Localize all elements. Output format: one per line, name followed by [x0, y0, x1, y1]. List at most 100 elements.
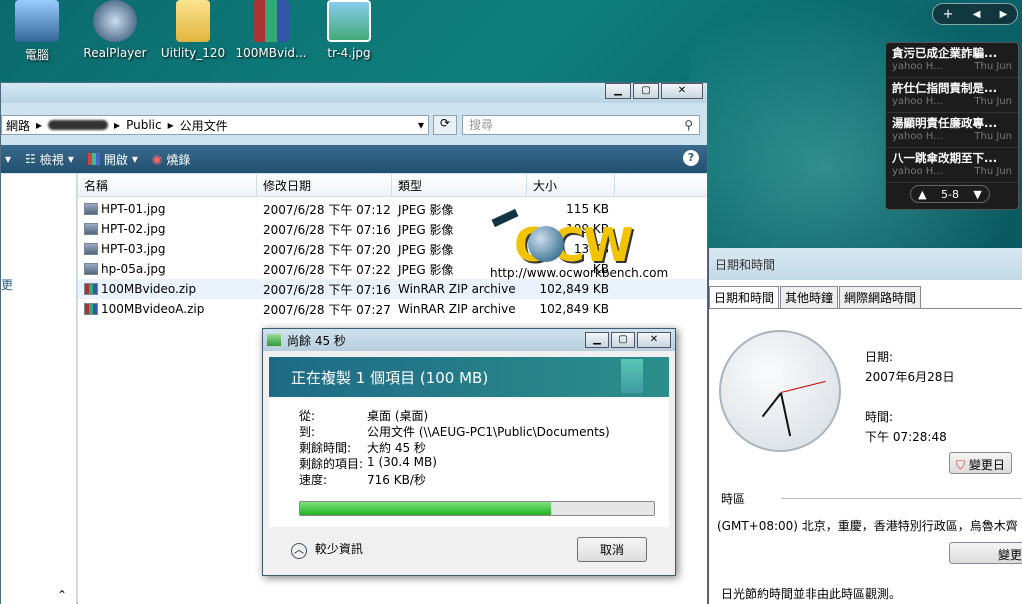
- time-value: 下午 07:28:48: [865, 430, 947, 444]
- close-button[interactable]: ✕: [661, 83, 703, 99]
- hour-hand: [761, 392, 782, 418]
- image-file-icon: [84, 243, 98, 255]
- file-type: WinRAR ZIP archive: [398, 302, 516, 316]
- file-name: hp-05a.jpg: [78, 262, 257, 276]
- column-size[interactable]: 大小: [527, 174, 615, 196]
- file-name: HPT-01.jpg: [78, 202, 257, 216]
- items-remaining: 1 (30.4 MB): [367, 455, 437, 469]
- desktop-icon-100mbvideo[interactable]: 100MBvid...: [226, 0, 316, 60]
- refresh-button[interactable]: ⟳: [433, 115, 457, 135]
- tab-date-time[interactable]: 日期和時間: [709, 286, 780, 308]
- change-date-time-button[interactable]: ⛉ 變更日: [949, 452, 1012, 474]
- shield-icon: ⛉: [956, 458, 966, 472]
- winrar-icon: [84, 303, 98, 315]
- file-row[interactable]: 100MBvideoA.zip 2007/6/28 下午 07:27 WinRAR …: [78, 299, 707, 319]
- copy-details: 從: 桌面 (桌面) 到: 公用文件 (\\AEUG-PC1\Public\Docu…: [269, 397, 669, 527]
- dialog-titlebar[interactable]: 尚餘 45 秒 ▁ ▢ ✕: [263, 329, 675, 351]
- file-name: 100MBvideo.zip: [78, 282, 257, 296]
- navigation-pane: 更 ⌃: [1, 174, 77, 604]
- dialog-footer: ︿ 較少資訊 取消: [263, 523, 675, 575]
- copy-icon: [267, 334, 281, 346]
- column-headers: 名稱 修改日期 類型 大小: [78, 174, 707, 197]
- search-icon: ⚲: [684, 118, 693, 132]
- prev-page-icon[interactable]: ▲: [918, 188, 926, 201]
- progress-fill: [300, 502, 552, 515]
- cancel-button[interactable]: 取消: [576, 536, 647, 562]
- column-date[interactable]: 修改日期: [257, 174, 392, 196]
- news-item[interactable]: 許仕仁指問責制是... yahoo H... Thu Jun: [886, 78, 1018, 113]
- copy-speed: 716 KB/秒: [367, 473, 426, 487]
- news-item[interactable]: 八一跳傘改期至下... yahoo H... Thu Jun: [886, 148, 1018, 183]
- dst-note: 日光節約時間並非由此時區觀測。: [721, 587, 902, 601]
- less-info-button[interactable]: ︿ 較少資訊: [291, 540, 363, 559]
- second-hand: [780, 380, 826, 393]
- organize-dropdown-icon[interactable]: ▾: [5, 152, 11, 166]
- winrar-icon: [253, 0, 289, 42]
- file-name: 100MBvideoA.zip: [78, 302, 257, 316]
- image-file-icon: [84, 263, 98, 275]
- winrar-icon: [87, 153, 100, 165]
- breadcrumb-network[interactable]: 網路: [6, 117, 30, 134]
- breadcrumb-public-documents[interactable]: 公用文件: [180, 117, 228, 134]
- file-name: HPT-02.jpg: [78, 222, 257, 236]
- time-remaining: 大約 45 秒: [367, 441, 426, 455]
- breadcrumb-public[interactable]: Public: [126, 118, 162, 132]
- winrar-icon: [84, 283, 98, 295]
- image-file-icon: [84, 223, 98, 235]
- date-time-tabs: 日期和時間 其他時鐘 網際網路時間: [709, 286, 1022, 309]
- view-button[interactable]: ☷ 檢視 ▾: [25, 151, 74, 168]
- add-gadget-icon[interactable]: +: [943, 7, 954, 22]
- column-type[interactable]: 類型: [392, 174, 527, 196]
- column-name[interactable]: 名稱: [78, 174, 257, 196]
- maximize-button[interactable]: ▢: [611, 332, 635, 348]
- minimize-button[interactable]: ▁: [605, 83, 631, 99]
- file-date: 2007/6/28 下午 07:20: [263, 242, 391, 257]
- change-timezone-button[interactable]: 變更: [949, 542, 1022, 564]
- desktop-icon-realplayer[interactable]: RealPlayer: [70, 0, 160, 60]
- help-icon[interactable]: ?: [683, 150, 699, 166]
- address-dropdown-icon[interactable]: ▾: [418, 118, 424, 132]
- date-time-title[interactable]: 日期和時間: [709, 248, 1022, 280]
- next-icon[interactable]: ▶: [1000, 9, 1008, 20]
- search-input[interactable]: 搜尋 ⚲: [462, 115, 700, 135]
- tab-additional-clocks[interactable]: 其他時鐘: [780, 286, 839, 308]
- explorer-titlebar[interactable]: ▁ ▢ ✕: [1, 83, 707, 103]
- command-bar: ▾ ☷ 檢視 ▾ 開啟 ▾ ◉ 燒錄 ?: [1, 145, 707, 173]
- close-button[interactable]: ✕: [637, 332, 671, 348]
- desktop-icon-tr4-jpg[interactable]: tr-4.jpg: [304, 0, 394, 60]
- dialog-heading: 正在複製 1 個項目 (100 MB): [269, 357, 669, 397]
- maximize-button[interactable]: ▢: [633, 83, 659, 99]
- file-date: 2007/6/28 下午 07:16: [263, 222, 391, 237]
- document-icon: [621, 359, 643, 393]
- collapse-icon[interactable]: ⌃: [57, 588, 67, 602]
- image-file-icon: [84, 203, 98, 215]
- copy-progress-bar: [299, 501, 655, 516]
- redacted-computer-name: [48, 120, 109, 130]
- burn-button[interactable]: ◉ 燒錄: [152, 151, 191, 168]
- file-date: 2007/6/28 下午 07:22: [263, 262, 391, 277]
- ocworkbench-watermark: OCW http://www.ocworkbench.com: [488, 208, 668, 286]
- file-size: 102,849 KB: [539, 302, 609, 316]
- file-date: 2007/6/28 下午 07:27: [263, 302, 391, 317]
- view-icon: ☷: [25, 152, 36, 166]
- file-date: 2007/6/28 下午 07:16: [263, 282, 391, 297]
- prev-icon[interactable]: ◀: [973, 9, 981, 20]
- chevron-up-icon: ︿: [291, 542, 307, 559]
- date-value: 2007年6月28日: [865, 370, 955, 384]
- tab-internet-time[interactable]: 網際網路時間: [839, 286, 922, 308]
- news-gadget: 貪污已成企業詐騙... yahoo H... Thu Jun 許仕仁指問責制是..…: [885, 42, 1019, 210]
- desktop-icon-utility-folder[interactable]: Uitlity_120: [148, 0, 238, 60]
- news-item[interactable]: 貪污已成企業詐騙... yahoo H... Thu Jun: [886, 43, 1018, 78]
- minute-hand: [780, 392, 792, 437]
- image-file-icon: [327, 0, 371, 42]
- news-item[interactable]: 湯顯明責任廉政專... yahoo H... Thu Jun: [886, 113, 1018, 148]
- burn-icon: ◉: [151, 152, 163, 166]
- next-page-icon[interactable]: ▼: [973, 188, 981, 201]
- divider: [781, 498, 1022, 499]
- address-bar[interactable]: 網路 ▸ ▸ Public ▸ 公用文件 ▾: [1, 115, 429, 135]
- minimize-button[interactable]: ▁: [585, 332, 609, 348]
- copy-to: 公用文件 (\\AEUG-PC1\Public\Documents): [367, 425, 610, 439]
- open-button[interactable]: 開啟 ▾: [87, 151, 138, 168]
- computer-icon: [15, 0, 59, 42]
- sidebar-controls: + ◀ ▶: [932, 3, 1018, 25]
